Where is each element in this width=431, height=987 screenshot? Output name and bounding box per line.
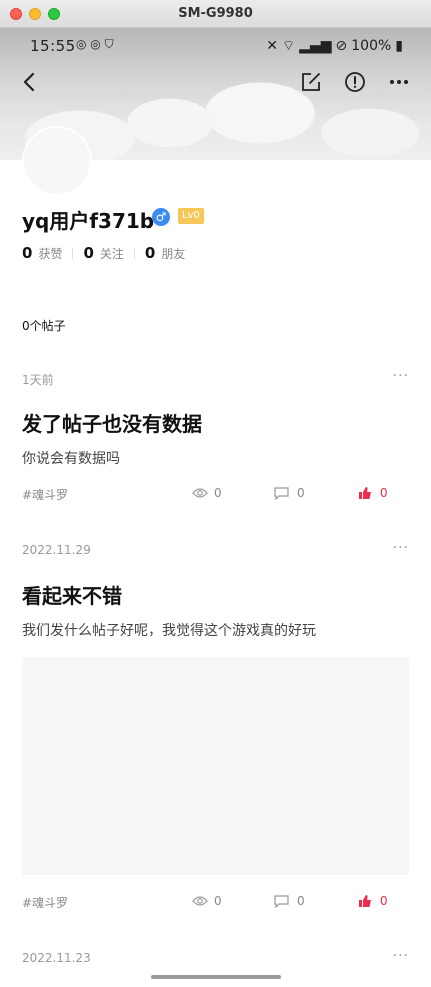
status-bar: 15:55 ◎ ◎ ⛉ ✕ ⌔ ▂▄▆ ⊘ 100% ▮ — [0, 32, 431, 56]
battery-text: 100% — [351, 38, 392, 54]
post-date: 1天前 — [22, 373, 54, 387]
comment-icon — [274, 894, 289, 908]
report-icon[interactable] — [343, 70, 367, 94]
back-icon[interactable] — [18, 70, 42, 94]
comment-count-value: 0 — [297, 894, 305, 908]
stat-label: 朋友 — [161, 246, 186, 261]
view-count: 0 — [192, 486, 222, 500]
comment-count[interactable]: 0 — [274, 486, 305, 500]
battery-icon: ▮ — [395, 38, 403, 54]
no-disturb-icon: ⊘ — [335, 38, 348, 54]
home-indicator[interactable] — [151, 975, 281, 979]
stat-value: 0 — [22, 244, 33, 262]
like-count[interactable]: 0 — [358, 894, 388, 908]
post-date: 2022.11.29 — [22, 543, 91, 557]
post-body: 你说会有数据吗 — [22, 451, 120, 467]
post-date: 2022.11.23 — [22, 951, 91, 965]
phone-screen: 15:55 ◎ ◎ ⛉ ✕ ⌔ ▂▄▆ ⊘ 100% ▮ yq用户f371b ♂ — [0, 28, 431, 987]
post-card[interactable]: 2022.11.29 ··· 看起来不错 我们发什么帖子好呢，我觉得这个游戏真的… — [0, 540, 431, 920]
divider — [133, 247, 135, 259]
male-gender-icon: ♂ — [152, 208, 170, 226]
status-right-icons: ✕ ⌔ ▂▄▆ ⊘ 100% ▮ — [266, 37, 403, 55]
post-title: 发了帖子也没有数据 — [22, 412, 202, 436]
post-tag[interactable]: #魂斗罗 — [22, 486, 68, 503]
level-badge: Lv0 — [178, 208, 204, 224]
post-tag[interactable]: #魂斗罗 — [22, 894, 68, 911]
view-count-value: 0 — [214, 894, 222, 908]
wifi-icon: ⌔ — [282, 38, 296, 54]
avatar[interactable] — [22, 126, 92, 196]
like-count[interactable]: 0 — [358, 486, 388, 500]
window-titlebar: SM-G9980 — [0, 0, 431, 28]
nav-bar — [0, 64, 431, 100]
notification-icons: ◎ ◎ ⛉ — [76, 37, 114, 51]
mute-icon: ✕ — [266, 38, 279, 54]
post-more-icon[interactable]: ··· — [393, 368, 409, 384]
stat-value: 0 — [83, 244, 94, 262]
window-title: SM-G9980 — [178, 6, 253, 21]
more-options-icon[interactable] — [387, 70, 411, 94]
stat-likes-received[interactable]: 0 获赞 — [22, 244, 62, 262]
stat-label: 获赞 — [38, 246, 63, 261]
post-card[interactable]: 1天前 ··· 发了帖子也没有数据 你说会有数据吗 #魂斗罗 0 0 0 — [0, 368, 431, 508]
view-count: 0 — [192, 894, 222, 908]
comment-count-value: 0 — [297, 486, 305, 500]
comment-icon — [274, 486, 289, 500]
post-footer: #魂斗罗 0 0 0 — [0, 892, 431, 912]
post-image[interactable] — [22, 657, 409, 875]
stat-label: 关注 — [99, 246, 124, 261]
stat-value: 0 — [144, 244, 156, 262]
post-body: 我们发什么帖子好呢，我觉得这个游戏真的好玩 — [22, 623, 316, 639]
edit-icon[interactable] — [299, 70, 323, 94]
like-count-value: 0 — [380, 894, 388, 908]
signal-icon: ▂▄▆ — [299, 38, 332, 54]
stat-following[interactable]: 0 关注 — [83, 244, 123, 262]
divider — [72, 247, 74, 259]
profile-name: yq用户f371b — [22, 209, 155, 233]
post-count: 0个帖子 — [22, 319, 66, 333]
view-count-value: 0 — [214, 486, 222, 500]
status-time: 15:55 — [30, 37, 76, 55]
like-count-value: 0 — [380, 486, 388, 500]
comment-count[interactable]: 0 — [274, 894, 305, 908]
stat-friends[interactable]: 0 朋友 — [145, 244, 185, 262]
profile-stats: 0 获赞 0 关注 0 朋友 — [22, 244, 185, 262]
post-title: 看起来不错 — [22, 584, 122, 608]
eye-icon — [192, 896, 208, 906]
post-card[interactable]: 2022.11.23 ··· — [0, 948, 431, 978]
post-more-icon[interactable]: ··· — [393, 948, 409, 964]
thumbs-up-icon — [359, 487, 371, 499]
post-footer: #魂斗罗 0 0 0 — [0, 484, 431, 504]
post-more-icon[interactable]: ··· — [393, 540, 409, 556]
eye-icon — [192, 488, 208, 498]
thumbs-up-icon — [359, 895, 371, 907]
